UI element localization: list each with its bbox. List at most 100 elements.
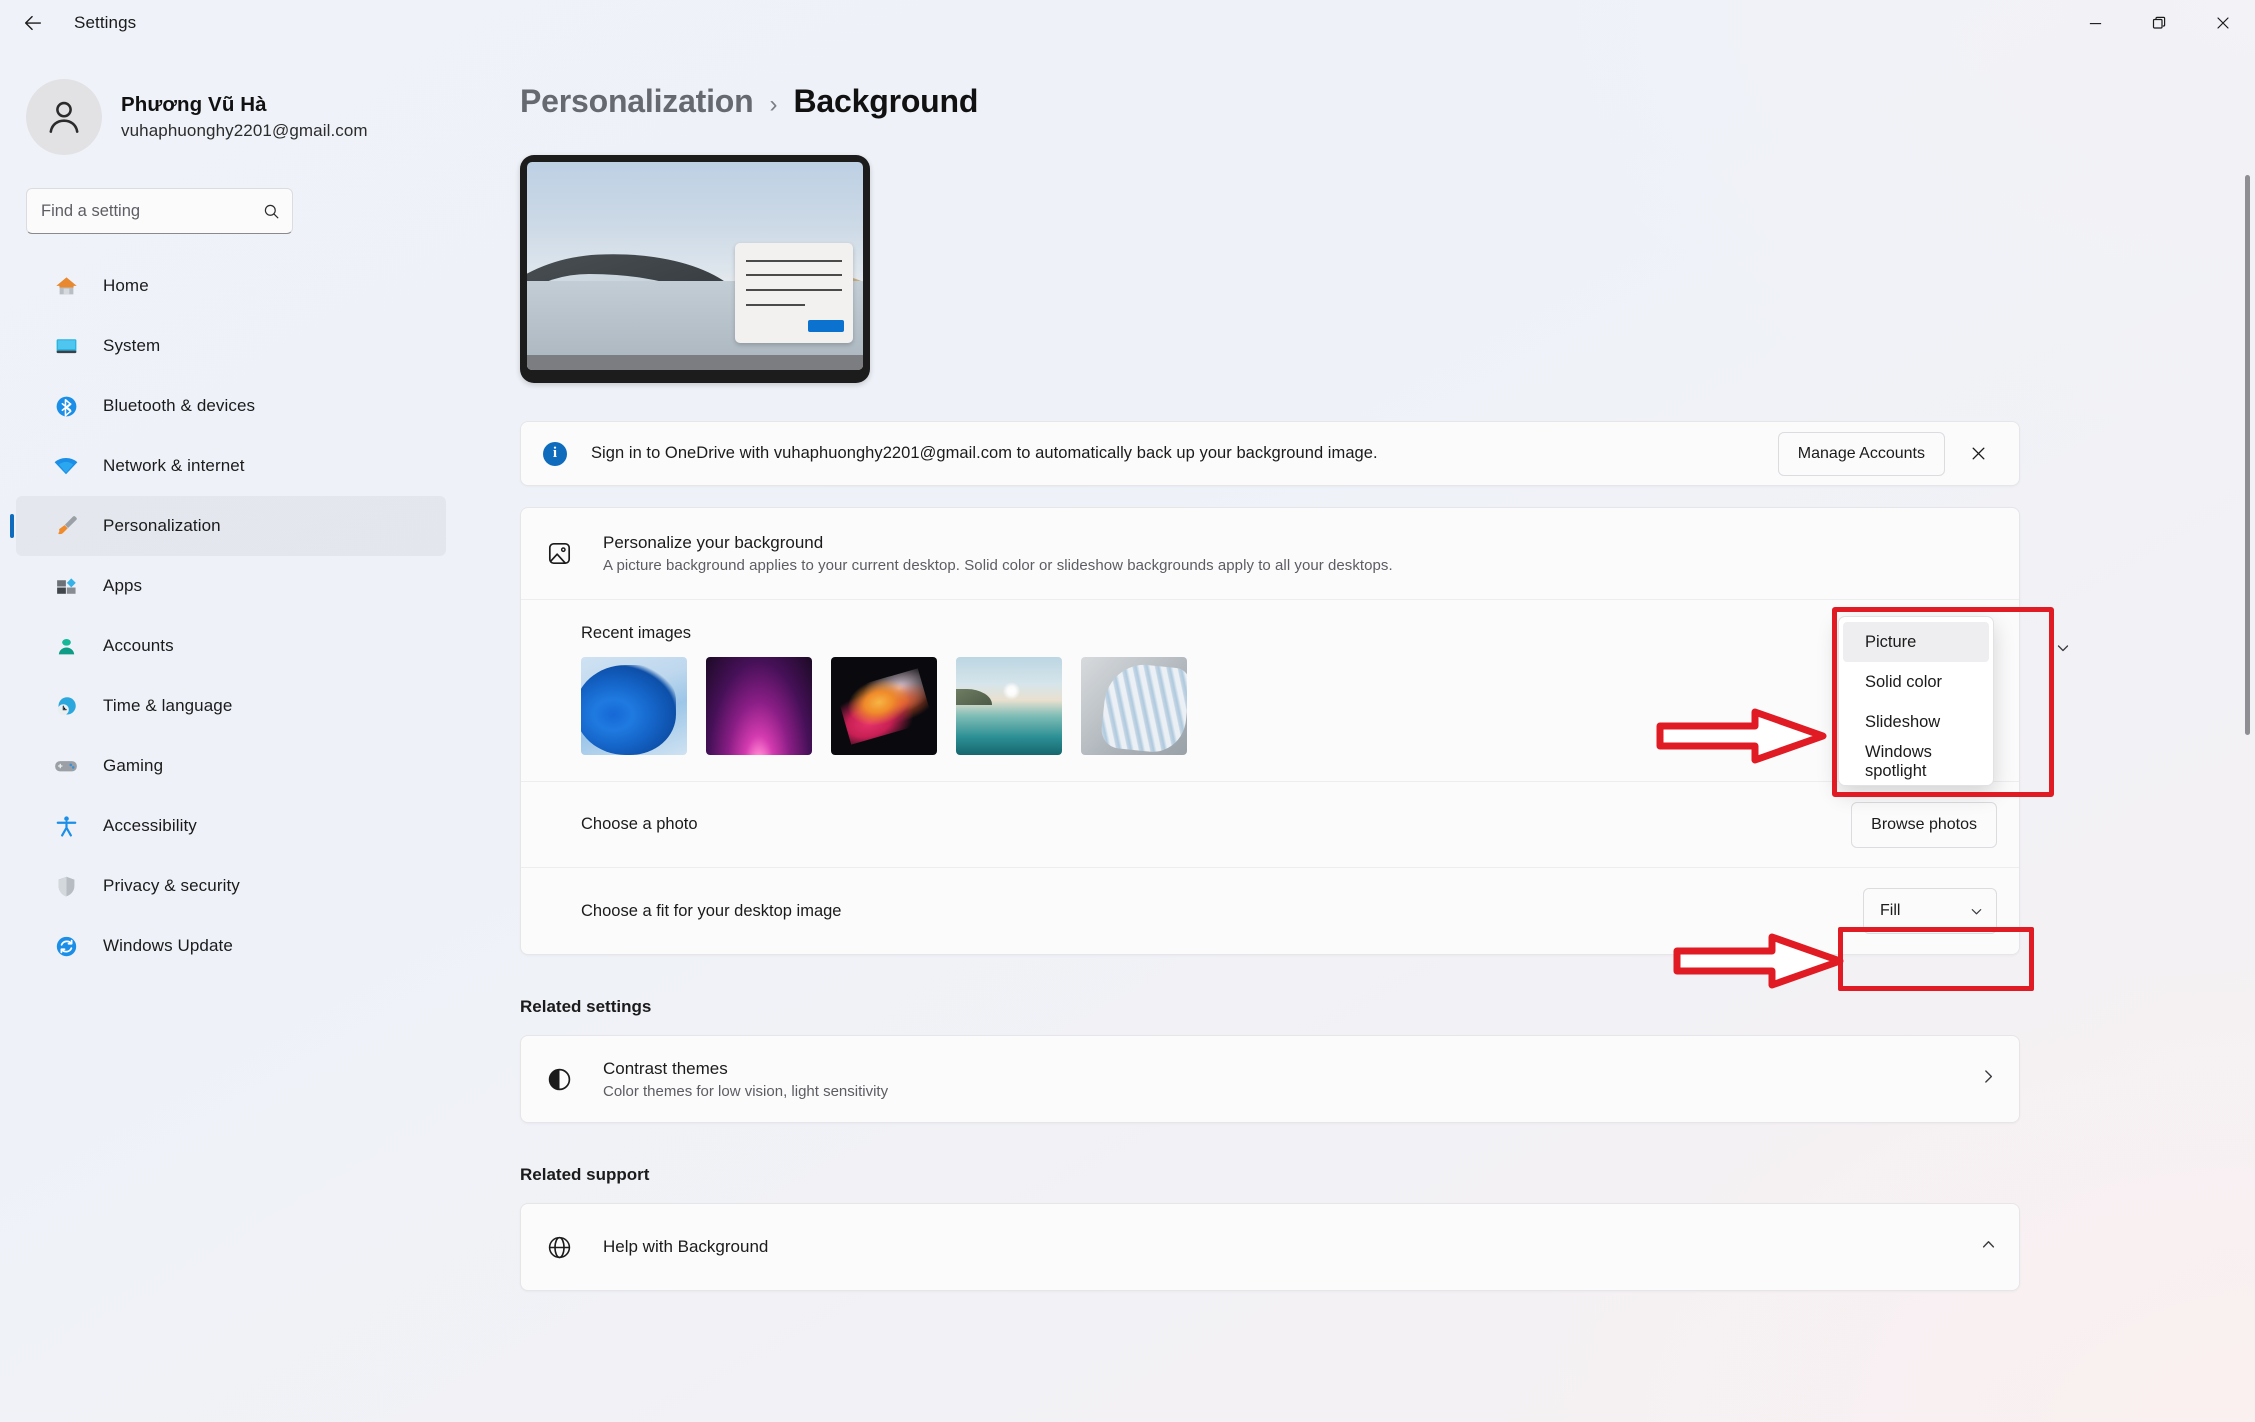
background-type-chevron[interactable]	[2055, 640, 2071, 661]
recent-image-thumb[interactable]	[706, 657, 812, 755]
sidebar-item-label: System	[103, 336, 161, 355]
chevron-up-icon	[1980, 1236, 1997, 1258]
close-button[interactable]	[2191, 0, 2255, 46]
sidebar-item-personalization[interactable]: Personalization	[10, 496, 446, 556]
picture-icon	[543, 540, 575, 567]
monitor-icon	[50, 331, 82, 361]
chevron-down-icon	[2057, 645, 2069, 652]
info-icon: i	[543, 441, 567, 466]
gamepad-icon	[50, 751, 82, 781]
onedrive-banner: i Sign in to OneDrive with vuhaphuonghy2…	[520, 421, 2020, 486]
shield-icon	[50, 871, 82, 901]
update-icon	[50, 931, 82, 961]
background-settings-card: Personalize your background A picture ba…	[520, 507, 2020, 955]
person-avatar-icon	[49, 101, 79, 133]
dropdown-option-slideshow[interactable]: Slideshow	[1843, 702, 1989, 742]
recent-images-row: Recent images	[521, 600, 2019, 782]
wifi-icon	[50, 451, 82, 481]
bluetooth-icon	[50, 391, 82, 421]
sidebar-item-accessibility[interactable]: Accessibility	[16, 796, 446, 856]
recent-image-thumb[interactable]	[956, 657, 1062, 755]
home-icon	[50, 271, 82, 301]
personalize-background-text: Personalize your background A picture ba…	[603, 533, 1393, 574]
recent-image-thumb[interactable]	[581, 657, 687, 755]
sidebar-item-label: Network & internet	[103, 456, 245, 475]
sidebar-item-network-internet[interactable]: Network & internet	[16, 436, 446, 496]
sidebar-item-apps[interactable]: Apps	[16, 556, 446, 616]
contrast-icon	[543, 1066, 575, 1093]
desktop-preview-screen	[527, 162, 863, 370]
content-column: i Sign in to OneDrive with vuhaphuonghy2…	[520, 421, 2255, 1291]
contrast-themes-text: Contrast themes Color themes for low vis…	[603, 1059, 888, 1100]
browse-photos-button[interactable]: Browse photos	[1851, 801, 1997, 848]
scrollbar-thumb[interactable]	[2245, 175, 2250, 735]
sidebar-item-privacy-security[interactable]: Privacy & security	[16, 856, 446, 916]
help-with-background-title: Help with Background	[603, 1237, 769, 1256]
sidebar-item-label: Gaming	[103, 756, 164, 775]
recent-image-thumb[interactable]	[1081, 657, 1187, 755]
sidebar-item-windows-update[interactable]: Windows Update	[16, 916, 446, 976]
contrast-themes-title: Contrast themes	[603, 1058, 728, 1078]
monitor-frame	[520, 155, 870, 383]
choose-fit-actions: Fill	[1863, 888, 1997, 934]
background-type-dropdown[interactable]: Picture Solid color Slideshow Windows sp…	[1833, 616, 1994, 786]
search-box[interactable]	[26, 188, 293, 234]
dropdown-option-picture[interactable]: Picture	[1833, 622, 1989, 662]
recent-image-thumb[interactable]	[831, 657, 937, 755]
personalize-background-description: A picture background applies to your cur…	[603, 557, 1393, 574]
minimize-button[interactable]	[2063, 0, 2127, 46]
chevron-down-icon	[1971, 908, 1982, 914]
breadcrumb: Personalization › Background	[520, 83, 2255, 120]
choose-fit-row: Choose a fit for your desktop image Fill	[521, 868, 2019, 954]
maximize-button[interactable]	[2127, 0, 2191, 46]
recent-images-list	[581, 657, 1997, 755]
fit-dropdown[interactable]: Fill	[1863, 888, 1997, 934]
choose-photo-label: Choose a photo	[581, 815, 698, 833]
sidebar-item-time-language[interactable]: Time & language	[16, 676, 446, 736]
sidebar-item-label: Time & language	[103, 696, 233, 715]
breadcrumb-separator: ›	[769, 91, 778, 118]
minimize-icon	[2089, 22, 2101, 24]
back-arrow-icon	[24, 15, 42, 31]
avatar	[26, 79, 102, 155]
sidebar-item-home[interactable]: Home	[16, 256, 446, 316]
close-icon	[2217, 17, 2229, 29]
help-with-background-text: Help with Background	[603, 1237, 768, 1257]
account-card[interactable]: Phương Vũ Hà vuhaphuonghy2201@gmail.com	[26, 79, 460, 155]
recent-images-label: Recent images	[581, 624, 692, 642]
apps-icon	[50, 571, 82, 601]
onedrive-banner-text: Sign in to OneDrive with vuhaphuonghy220…	[591, 444, 1378, 462]
sidebar: Phương Vũ Hà vuhaphuonghy2201@gmail.com …	[0, 46, 460, 1422]
preview-taskbar	[527, 355, 863, 370]
sidebar-item-accounts[interactable]: Accounts	[16, 616, 446, 676]
accounts-icon	[50, 631, 82, 661]
sidebar-nav: Home System Bluetooth & devices Network …	[0, 256, 460, 976]
related-settings-heading: Related settings	[520, 997, 652, 1016]
help-with-background-link[interactable]: Help with Background	[520, 1203, 2020, 1291]
sidebar-item-bluetooth-devices[interactable]: Bluetooth & devices	[16, 376, 446, 436]
sidebar-item-label: Bluetooth & devices	[103, 396, 256, 415]
dropdown-option-solid-color[interactable]: Solid color	[1843, 662, 1989, 702]
preview-sample-window	[735, 243, 853, 343]
back-button[interactable]	[10, 0, 56, 46]
sidebar-item-label: Accounts	[103, 636, 174, 655]
manage-accounts-button[interactable]: Manage Accounts	[1777, 431, 1945, 476]
choose-photo-row: Choose a photo Browse photos	[521, 782, 2019, 868]
search-icon[interactable]	[262, 202, 281, 221]
account-text: Phương Vũ Hà vuhaphuonghy2201@gmail.com	[121, 93, 368, 141]
fit-selected-value: Fill	[1880, 902, 1901, 919]
dropdown-option-windows-spotlight[interactable]: Windows spotlight	[1843, 742, 1989, 782]
chevron-right-icon	[1980, 1068, 1997, 1090]
paintbrush-icon	[50, 511, 82, 541]
contrast-themes-link[interactable]: Contrast themes Color themes for low vis…	[520, 1035, 2020, 1123]
preview-sample-button	[808, 320, 844, 332]
choose-photo-actions: Browse photos	[1851, 801, 1997, 848]
search-input[interactable]	[41, 201, 262, 221]
sidebar-item-system[interactable]: System	[16, 316, 446, 376]
related-support-heading: Related support	[520, 1165, 650, 1184]
banner-close-button[interactable]	[1957, 433, 1999, 475]
window-controls	[2063, 0, 2255, 46]
breadcrumb-parent[interactable]: Personalization	[520, 83, 754, 120]
accessibility-icon	[50, 811, 82, 841]
sidebar-item-gaming[interactable]: Gaming	[16, 736, 446, 796]
